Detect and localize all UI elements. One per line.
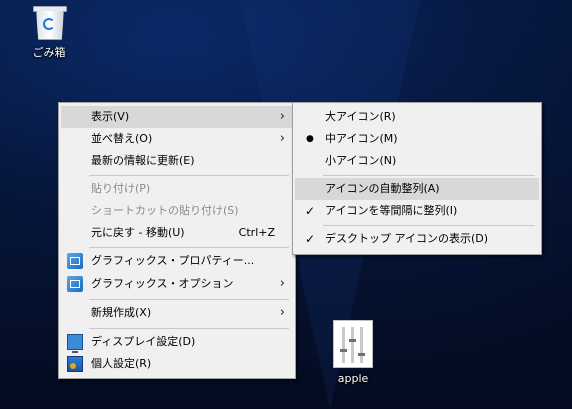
radio-bullet-icon: ● (306, 134, 314, 144)
apple-file-thumbnail-icon (333, 320, 373, 368)
menu-separator (89, 328, 289, 329)
personalize-icon (67, 356, 83, 372)
submenu-item-large-icons[interactable]: 大アイコン(R) (295, 106, 539, 128)
menu-item-paste-shortcut: ショートカットの貼り付け(S) (91, 204, 239, 217)
apple-label: apple (337, 372, 369, 385)
menu-item-new[interactable]: 新規作成(X) › (61, 302, 293, 324)
desktop-context-menu: 表示(V) › 並べ替え(O) › 最新の情報に更新(E) 貼り付け(P) ショ… (58, 102, 296, 379)
menu-separator (89, 247, 289, 248)
submenu-arrow-icon: › (279, 109, 285, 124)
menu-item-undo-move[interactable]: 元に戻す - 移動(U) Ctrl+Z (61, 222, 293, 244)
submenu-item-medium-icons[interactable]: ● 中アイコン(M) (295, 128, 539, 150)
graphics-properties-icon (67, 253, 83, 269)
menu-item-refresh[interactable]: 最新の情報に更新(E) (61, 150, 293, 172)
menu-separator (89, 175, 289, 176)
menu-item-sort-by[interactable]: 並べ替え(O) › (61, 128, 293, 150)
submenu-item-auto-arrange[interactable]: アイコンの自動整列(A) (295, 178, 539, 200)
menu-item-view[interactable]: 表示(V) › (61, 106, 293, 128)
apple-desktop-icon[interactable]: apple (330, 320, 376, 385)
submenu-arrow-icon: › (279, 131, 285, 146)
graphics-options-icon (67, 276, 83, 292)
menu-item-graphics-properties[interactable]: グラフィックス・プロパティー... (61, 250, 293, 272)
recycle-bin-label: ごみ箱 (32, 46, 66, 59)
menu-separator (89, 299, 289, 300)
menu-item-display-settings[interactable]: ディスプレイ設定(D) (61, 331, 293, 353)
recycle-bin-icon (33, 6, 67, 40)
menu-item-personalize[interactable]: 個人設定(R) (61, 353, 293, 375)
menu-item-paste: 貼り付け(P) (91, 182, 151, 195)
submenu-arrow-icon: › (279, 276, 285, 291)
checkmark-icon: ✓ (305, 232, 316, 246)
display-monitor-icon (67, 334, 83, 353)
menu-separator (323, 225, 535, 226)
recycle-bin-desktop-icon[interactable]: ごみ箱 (26, 6, 72, 60)
menu-item-graphics-options[interactable]: グラフィックス・オプション › (61, 273, 293, 295)
submenu-arrow-icon: › (279, 305, 285, 320)
checkmark-icon: ✓ (305, 204, 316, 218)
view-submenu: 大アイコン(R) ● 中アイコン(M) 小アイコン(N) アイコンの自動整列(A… (292, 102, 542, 255)
submenu-item-show-desktop-icons[interactable]: ✓ デスクトップ アイコンの表示(D) (295, 228, 539, 250)
submenu-item-align-to-grid[interactable]: ✓ アイコンを等間隔に整列(I) (295, 200, 539, 222)
undo-shortcut-label: Ctrl+Z (238, 226, 275, 239)
submenu-item-small-icons[interactable]: 小アイコン(N) (295, 150, 539, 172)
menu-separator (323, 175, 535, 176)
